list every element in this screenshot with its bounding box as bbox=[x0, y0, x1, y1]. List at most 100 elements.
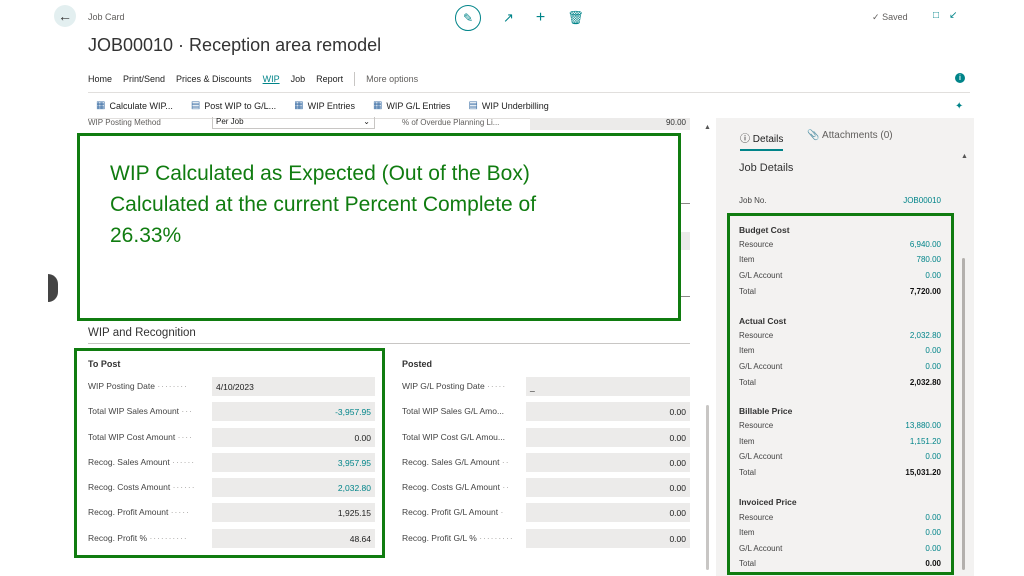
recog-profit-gl-amount-field[interactable]: 0.00 bbox=[526, 503, 690, 522]
fact-row-total: Total 2,032.80 bbox=[739, 378, 941, 387]
fact-row-total: Total 7,720.00 bbox=[739, 287, 941, 296]
menu-job[interactable]: Job bbox=[291, 74, 306, 84]
wip-entries-button[interactable]: ▦ WIP Entries bbox=[294, 100, 355, 111]
entries-icon: ▦ bbox=[294, 100, 304, 111]
field-label: Recog. Profit Amount ····· bbox=[88, 507, 190, 517]
calculate-icon: ▦ bbox=[96, 100, 106, 111]
post-icon: ▤ bbox=[190, 100, 201, 111]
gl-entries-icon: ▦ bbox=[372, 100, 383, 111]
scroll-up-icon[interactable]: ▲ bbox=[704, 124, 711, 131]
field-label: Recog. Profit G/L Amount · bbox=[402, 507, 505, 517]
overdue-planning-label: % of Overdue Planning Li... bbox=[402, 118, 500, 127]
recog-profit-gl-percent-field[interactable]: 0.00 bbox=[526, 529, 690, 548]
overdue-planning-value: 90.00 bbox=[530, 118, 690, 130]
page-type: Job Card bbox=[88, 12, 125, 22]
divider bbox=[681, 203, 690, 204]
window-controls: □ ↙ bbox=[933, 10, 957, 21]
factbox-scrollbar[interactable] bbox=[962, 258, 965, 570]
collapse-icon[interactable]: ↙ bbox=[949, 10, 957, 21]
wip-gl-entries-button[interactable]: ▦ WIP G/L Entries bbox=[373, 100, 450, 111]
recog-profit-amount-field[interactable]: 1,925.15 bbox=[212, 503, 375, 522]
info-icon[interactable]: i bbox=[955, 73, 965, 83]
field-label: WIP Posting Date ········ bbox=[88, 381, 188, 391]
recog-sales-amount-field[interactable]: 3,957.95 bbox=[212, 453, 375, 472]
field-value bbox=[681, 232, 690, 250]
field-label: Total WIP Sales Amount ··· bbox=[88, 406, 193, 416]
field-label: Recog. Sales G/L Amount ·· bbox=[402, 457, 510, 467]
add-icon[interactable]: + bbox=[536, 9, 545, 27]
menu-separator bbox=[354, 72, 356, 86]
menu-home[interactable]: Home bbox=[88, 74, 112, 84]
callout-line-3: 26.33% bbox=[110, 224, 182, 247]
tab-details[interactable]: ⓘ Details bbox=[740, 130, 784, 151]
factbox-scroll-up-icon[interactable]: ▲ bbox=[961, 153, 968, 160]
share-icon[interactable]: ↗ bbox=[503, 10, 514, 26]
total-wip-sales-amount-field[interactable]: -3,957.95 bbox=[212, 402, 375, 421]
field-label: Recog. Profit % ·········· bbox=[88, 533, 188, 543]
menu-wip[interactable]: WIP bbox=[263, 74, 280, 84]
recog-sales-gl-amount-field[interactable]: 0.00 bbox=[526, 453, 690, 472]
underbilling-icon: ▤ bbox=[468, 100, 478, 111]
field-label: Total WIP Cost Amount ···· bbox=[88, 432, 193, 442]
fact-row: G/L Account 0.00 bbox=[739, 271, 941, 280]
post-wip-button[interactable]: ▤ Post WIP to G/L... bbox=[191, 100, 276, 111]
fact-row: Item 1,151.20 bbox=[739, 437, 941, 446]
back-button[interactable]: ← bbox=[54, 5, 76, 27]
field-label: WIP G/L Posting Date ····· bbox=[402, 381, 507, 391]
posted-heading: Posted bbox=[402, 359, 433, 369]
recog-costs-gl-amount-field[interactable]: 0.00 bbox=[526, 478, 690, 497]
fact-row: Resource 0.00 bbox=[739, 513, 941, 522]
section-title: WIP and Recognition bbox=[88, 327, 196, 339]
wip-underbilling-button[interactable]: ▤ WIP Underbilling bbox=[468, 100, 548, 111]
delete-icon[interactable]: 🗑 bbox=[567, 10, 584, 26]
job-no-link[interactable]: JOB00010 bbox=[903, 196, 941, 205]
menu-bar: Home Print/Send Prices & Discounts WIP J… bbox=[88, 72, 418, 86]
fact-row: Resource 13,880.00 bbox=[739, 421, 941, 430]
wip-posting-method-select[interactable]: Per Job ⌄ bbox=[212, 117, 375, 129]
action-bar: ▦ Calculate WIP... ▤ Post WIP to G/L... ▦ W… bbox=[96, 100, 549, 111]
check-icon: ✓ bbox=[872, 12, 880, 22]
total-wip-sales-gl-amount-field[interactable]: 0.00 bbox=[526, 402, 690, 421]
open-new-window-icon[interactable]: □ bbox=[933, 10, 939, 21]
fact-row: Item 0.00 bbox=[739, 528, 941, 537]
more-options[interactable]: More options bbox=[366, 74, 418, 84]
divider bbox=[88, 92, 970, 93]
field-label: Total WIP Cost G/L Amou... bbox=[402, 432, 505, 442]
page-title: JOB00010 · Reception area remodel bbox=[88, 35, 382, 55]
menu-prices-discounts[interactable]: Prices & Discounts bbox=[176, 74, 252, 84]
fact-row: Resource 2,032.80 bbox=[739, 331, 941, 340]
fact-row: Item 0.00 bbox=[739, 346, 941, 355]
top-actions: ✎ ↗ + 🗑 bbox=[455, 5, 584, 31]
fact-row: G/L Account 0.00 bbox=[739, 544, 941, 553]
field-label: Total WIP Sales G/L Amo... bbox=[402, 406, 505, 416]
menu-report[interactable]: Report bbox=[316, 74, 343, 84]
side-panel-handle[interactable] bbox=[48, 274, 58, 302]
paperclip-icon: 📎 bbox=[807, 130, 820, 141]
saved-status: ✓ Saved bbox=[872, 12, 908, 22]
actual-cost-heading: Actual Cost bbox=[739, 316, 787, 326]
edit-icon: ✎ bbox=[462, 11, 474, 25]
job-no-row: Job No. JOB00010 bbox=[739, 196, 941, 205]
calculate-wip-button[interactable]: ▦ Calculate WIP... bbox=[96, 100, 173, 111]
budget-cost-heading: Budget Cost bbox=[739, 225, 790, 235]
edit-button[interactable]: ✎ bbox=[455, 5, 481, 31]
wip-gl-posting-date-field[interactable]: _ bbox=[526, 377, 690, 396]
tab-attachments[interactable]: 📎 Attachments (0) bbox=[807, 130, 892, 151]
field-label: Recog. Sales Amount ······ bbox=[88, 457, 196, 467]
recog-costs-amount-field[interactable]: 2,032.80 bbox=[212, 478, 375, 497]
fact-row-total: Total 15,031.20 bbox=[739, 468, 941, 477]
wip-posting-date-field[interactable]: 4/10/2023 bbox=[212, 377, 375, 396]
callout-line-1: WIP Calculated as Expected (Out of the B… bbox=[110, 162, 530, 185]
field-label: Recog. Profit G/L % ········· bbox=[402, 533, 514, 543]
menu-print-send[interactable]: Print/Send bbox=[123, 74, 165, 84]
field-label: Recog. Costs Amount ······ bbox=[88, 482, 196, 492]
total-wip-cost-gl-amount-field[interactable]: 0.00 bbox=[526, 428, 690, 447]
back-arrow-icon: ← bbox=[58, 8, 72, 24]
pin-icon[interactable]: ✦ bbox=[955, 101, 963, 112]
main-scrollbar[interactable] bbox=[706, 405, 709, 570]
total-wip-cost-amount-field[interactable]: 0.00 bbox=[212, 428, 375, 447]
chevron-down-icon: ⌄ bbox=[363, 117, 370, 126]
to-post-heading: To Post bbox=[88, 359, 121, 369]
recog-profit-percent-field[interactable]: 48.64 bbox=[212, 529, 375, 548]
annotation-callout: WIP Calculated as Expected (Out of the B… bbox=[77, 133, 681, 321]
